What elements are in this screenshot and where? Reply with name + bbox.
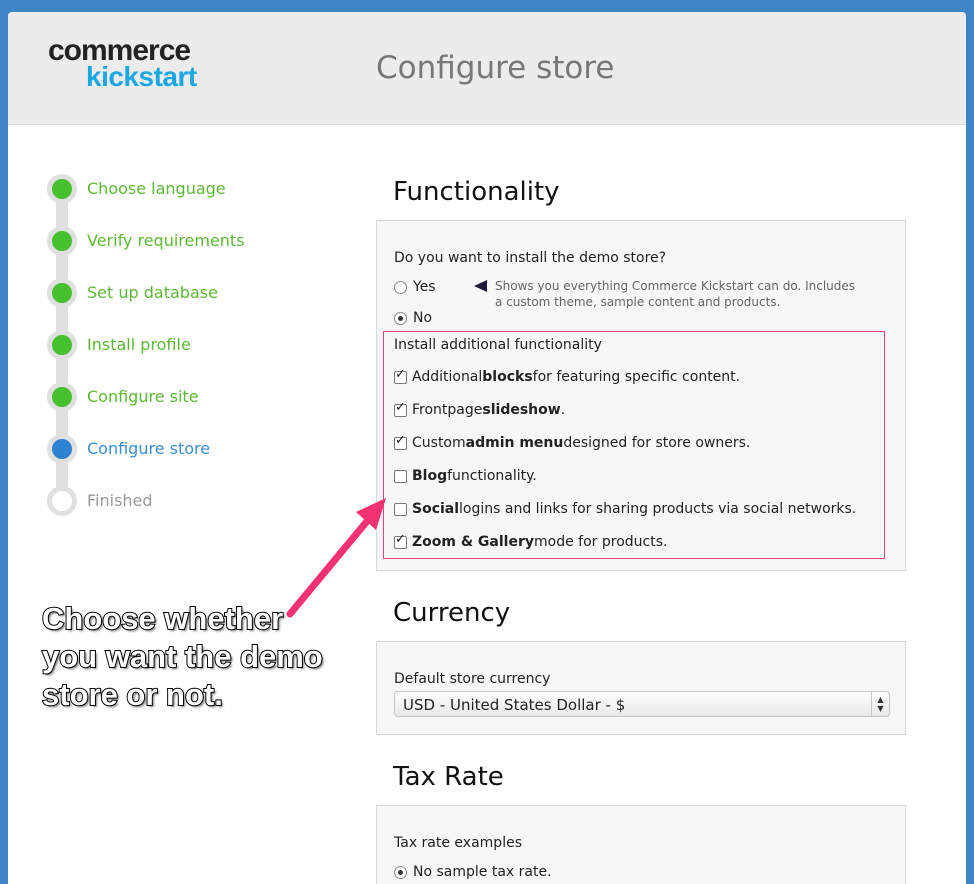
demo-yes-radio[interactable]: Yes	[394, 279, 436, 295]
checkbox-unchecked-icon[interactable]	[394, 502, 407, 516]
hint-pointer-icon	[474, 280, 487, 292]
step-label: Finished	[87, 491, 153, 510]
callout-line-2: you want the demo	[41, 638, 324, 675]
callout-line-3: store or not.	[41, 676, 224, 713]
demo-hint: Shows you everything Commerce Kickstart …	[495, 279, 856, 309]
option-text: .	[560, 402, 566, 418]
option-text: logins and links for sharing products vi…	[459, 501, 857, 517]
tax-rate-panel: Tax rate examples No sample tax rate.	[376, 805, 906, 884]
checkbox-unchecked-icon[interactable]	[394, 469, 407, 483]
checkbox-checked-icon[interactable]	[394, 400, 407, 417]
callout-line-1: Choose whether	[41, 600, 284, 637]
step-label: Install profile	[87, 335, 191, 354]
install-steps: Choose language Verify requirements Set …	[46, 166, 326, 520]
option-text: functionality.	[447, 468, 537, 484]
radio-label: Yes	[413, 279, 436, 295]
option-social[interactable]: Social logins and links for sharing prod…	[394, 501, 856, 517]
no-sample-tax-radio[interactable]: No sample tax rate.	[394, 864, 552, 880]
annotation-callout: Choose whether you want the demo store o…	[41, 600, 324, 714]
option-text: Additional	[412, 369, 483, 385]
header: commerce kickstart Configure store	[8, 12, 966, 125]
radio-selected-icon[interactable]	[394, 311, 407, 325]
currency-selected-value: USD - United States Dollar - $	[403, 696, 626, 714]
option-blog[interactable]: Blog functionality.	[394, 468, 537, 484]
step-configure-store: Configure store	[46, 432, 306, 464]
page-title: Configure store	[376, 50, 615, 86]
functionality-title: Functionality	[393, 177, 560, 207]
demo-question: Do you want to install the demo store?	[394, 250, 667, 266]
option-admin-menu[interactable]: Custom admin menu designed for store own…	[394, 433, 751, 451]
step-complete-icon	[47, 278, 77, 308]
step-set-up-database: Set up database	[46, 276, 306, 308]
tax-rate-label: Tax rate examples	[394, 835, 522, 851]
step-label: Set up database	[87, 283, 218, 302]
option-bold-text: Zoom & Gallery	[412, 534, 534, 550]
installer-window: commerce kickstart Configure store Choos…	[8, 12, 966, 884]
step-label: Configure store	[87, 439, 211, 458]
step-complete-icon	[47, 226, 77, 256]
demo-no-radio[interactable]: No	[394, 310, 432, 326]
checkbox-checked-icon[interactable]	[394, 532, 407, 549]
option-blocks[interactable]: Additional blocks for featuring specific…	[394, 367, 741, 385]
functionality-panel: Do you want to install the demo store? Y…	[376, 220, 906, 571]
radio-label: No	[413, 310, 433, 326]
step-configure-site: Configure site	[46, 380, 306, 412]
option-text: Custom	[412, 435, 466, 451]
step-pending-icon	[47, 486, 77, 516]
step-complete-icon	[47, 174, 77, 204]
step-label: Verify requirements	[87, 231, 245, 250]
step-verify-requirements: Verify requirements	[46, 224, 306, 256]
radio-label: No sample tax rate.	[413, 864, 552, 880]
option-bold-text: blocks	[482, 369, 533, 385]
currency-select[interactable]: USD - United States Dollar - $ ▲ ▼	[394, 691, 890, 717]
currency-panel: Default store currency USD - United Stat…	[376, 641, 906, 735]
option-slideshow[interactable]: Frontpage slideshow.	[394, 400, 566, 418]
option-text: for featuring specific content.	[532, 369, 741, 385]
option-zoom-gallery[interactable]: Zoom & Gallery mode for products.	[394, 532, 668, 550]
step-complete-icon	[47, 382, 77, 412]
radio-icon[interactable]	[394, 280, 407, 294]
option-bold-text: slideshow	[482, 402, 561, 418]
additional-functionality-title: Install additional functionality	[394, 337, 602, 353]
step-finished: Finished	[46, 484, 306, 516]
step-label: Configure site	[87, 387, 199, 406]
option-bold-text: Blog	[412, 468, 448, 484]
option-bold-text: Social	[412, 501, 460, 517]
option-text: designed for store owners.	[563, 435, 751, 451]
option-bold-text: admin menu	[465, 435, 564, 451]
logo: commerce kickstart	[48, 36, 197, 91]
step-active-icon	[47, 434, 77, 464]
tax-rate-title: Tax Rate	[393, 762, 504, 792]
currency-title: Currency	[393, 598, 511, 628]
currency-label: Default store currency	[394, 671, 551, 687]
additional-functionality-group: Install additional functionality Additio…	[383, 331, 885, 559]
step-label: Choose language	[87, 179, 226, 198]
step-complete-icon	[47, 330, 77, 360]
logo-kickstart: kickstart	[86, 61, 197, 92]
option-text: mode for products.	[534, 534, 668, 550]
checkbox-checked-icon[interactable]	[394, 433, 407, 450]
checkbox-checked-icon[interactable]	[394, 367, 407, 384]
step-install-profile: Install profile	[46, 328, 306, 360]
option-text: Frontpage	[412, 402, 483, 418]
step-choose-language: Choose language	[46, 172, 306, 204]
select-updown-icon[interactable]: ▲ ▼	[871, 692, 889, 716]
radio-selected-icon[interactable]	[394, 865, 407, 879]
